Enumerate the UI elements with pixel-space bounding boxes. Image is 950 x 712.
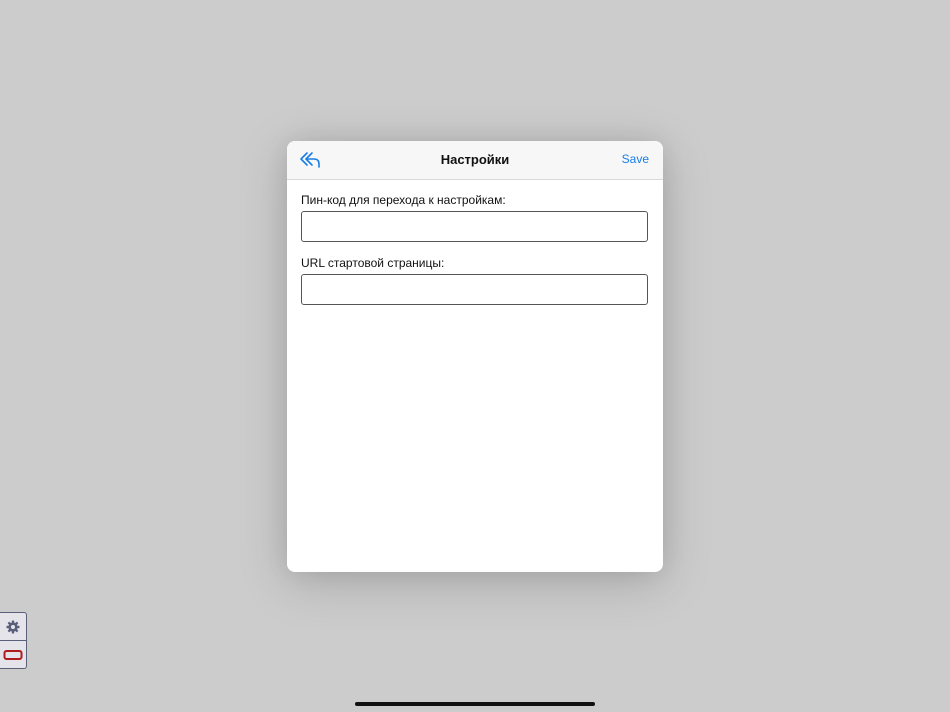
pin-label: Пин-код для перехода к настройкам: [301, 193, 506, 207]
gear-icon [6, 620, 20, 633]
save-button[interactable]: Save [622, 152, 649, 166]
settings-dialog: Настройки Save Пин-код для перехода к на… [287, 141, 663, 572]
start-url-label: URL стартовой страницы: [301, 256, 445, 270]
home-indicator[interactable] [355, 702, 595, 706]
side-toolbar [0, 612, 27, 669]
exit-button[interactable] [0, 641, 26, 668]
screen-background: Настройки Save Пин-код для перехода к на… [0, 0, 950, 712]
dialog-header: Настройки Save [287, 141, 663, 180]
start-url-input[interactable] [301, 274, 648, 305]
pin-input[interactable] [301, 211, 648, 242]
settings-button[interactable] [0, 613, 26, 640]
dialog-title: Настройки [440, 152, 510, 167]
rounded-rectangle-icon [3, 649, 23, 660]
